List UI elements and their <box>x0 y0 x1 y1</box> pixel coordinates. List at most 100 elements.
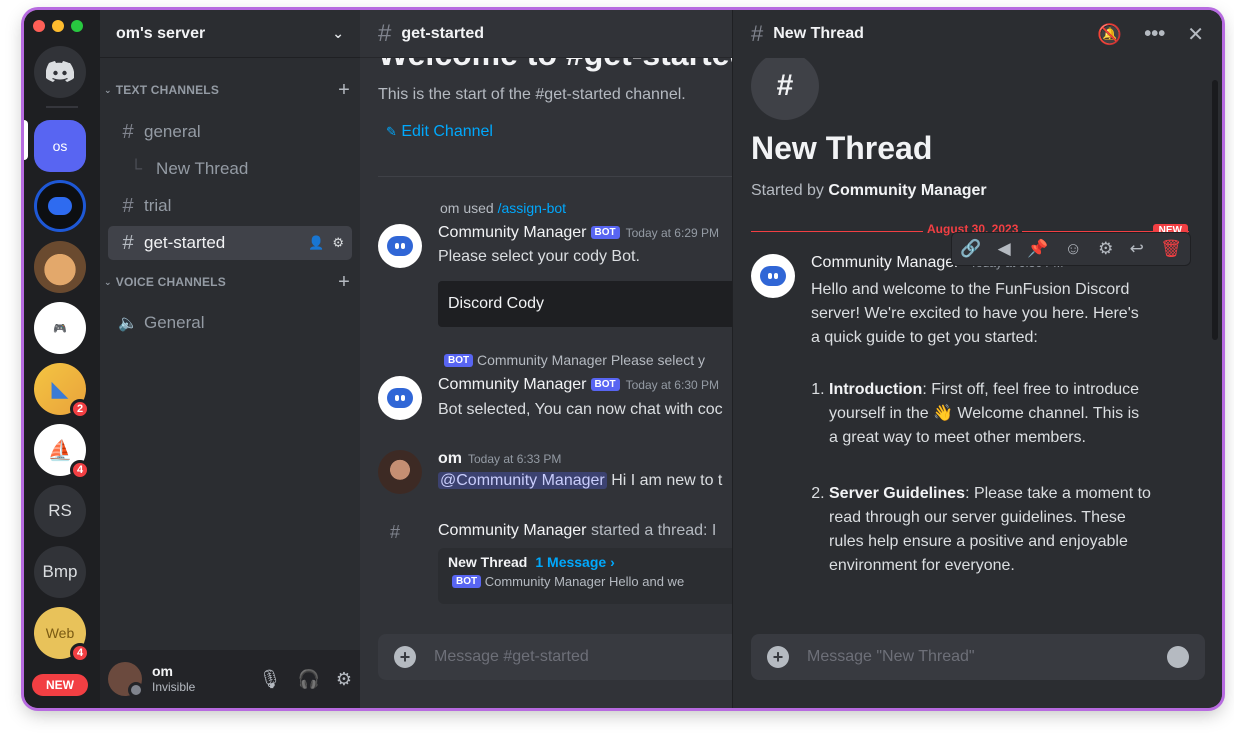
window-controls <box>33 20 83 32</box>
server-sailboat[interactable]: ⛵ 4 <box>34 424 90 480</box>
unread-badge: 4 <box>70 460 90 480</box>
user-mention[interactable]: @Community Manager <box>438 472 607 489</box>
chat-area: # get-started Welcome to #get-started! T… <box>360 10 732 708</box>
thread-notice: Community Manager started a thread: I <box>438 522 716 540</box>
message-author: Community Manager BOT Today at 6:30 PM <box>438 376 719 394</box>
thread-panel: # New Thread 🔕 ••• ✕ # New Thread Starte… <box>732 10 1222 708</box>
author-name[interactable]: Community Manager <box>811 254 960 271</box>
microphone-icon[interactable]: 🎙 <box>259 669 282 690</box>
add-reaction-icon[interactable]: ☺ <box>1064 239 1081 259</box>
bot-avatar[interactable] <box>378 224 422 268</box>
channel-label: get-started <box>144 233 226 252</box>
voice-channel-general[interactable]: 🔈 General <box>108 306 352 340</box>
minimize-window-button[interactable] <box>52 20 64 32</box>
trash-icon[interactable]: 🗑 <box>1160 239 1182 259</box>
thread-preview-card[interactable]: New Thread 1 Message › BOT Community Mana… <box>438 548 732 604</box>
bell-muted-icon[interactable]: 🔕 <box>1097 22 1122 47</box>
ref-author: Community Manager <box>477 352 607 368</box>
author-name[interactable]: om <box>438 450 462 467</box>
user-panel: om Invisible 🎙 🎧 ⚙ <box>100 650 360 708</box>
reply-icon[interactable]: ↩ <box>1130 239 1144 259</box>
reply-reference[interactable]: BOT Community Manager Please select y <box>440 352 705 368</box>
thread-message-input[interactable]: + Message "New Thread" <box>751 634 1205 680</box>
unread-badge: 2 <box>70 399 90 419</box>
discord-logo-icon <box>46 61 74 82</box>
edit-channel-label: Edit Channel <box>401 123 493 140</box>
add-attachment-icon[interactable]: + <box>394 646 416 668</box>
gear-icon[interactable]: ⚙ <box>336 669 352 690</box>
speaker-icon: 🔈 <box>118 315 138 332</box>
avatar[interactable] <box>108 662 144 698</box>
thread-card-title: New Thread <box>448 554 528 570</box>
close-window-button[interactable] <box>33 20 45 32</box>
create-channel-button[interactable]: + <box>338 79 350 102</box>
list-item: Server Guidelines: Please take a moment … <box>829 482 1151 578</box>
add-attachment-icon[interactable]: + <box>767 646 789 668</box>
hash-icon: # <box>378 19 392 47</box>
command-link[interactable]: /assign-bot <box>498 200 566 216</box>
timestamp: Today at 6:30 PM <box>625 378 719 392</box>
emoji-icon[interactable] <box>1167 646 1189 668</box>
message-input[interactable]: + Message #get-started <box>378 634 732 680</box>
user-avatar[interactable] <box>378 450 422 494</box>
server-bmp[interactable]: Bmp <box>34 546 86 598</box>
list-item: Introduction: First off, feel free to in… <box>829 378 1151 450</box>
bot-avatar[interactable] <box>751 254 795 298</box>
channel-start-text: This is the start of the #get-started ch… <box>378 86 686 103</box>
server-header[interactable]: om's server ⌄ <box>100 10 360 58</box>
channel-new-thread[interactable]: └ New Thread <box>108 152 352 186</box>
thread-branch-icon: └ <box>130 159 143 178</box>
new-unreads-pill[interactable]: NEW <box>32 674 88 696</box>
more-icon[interactable]: ••• <box>1144 23 1165 46</box>
message-text: Please select your cody Bot. <box>438 248 640 265</box>
server-name: om's server <box>116 24 206 42</box>
channel-general[interactable]: # general <box>108 115 352 149</box>
channel-label: trial <box>144 196 172 215</box>
select-menu[interactable]: Discord Cody <box>438 281 732 327</box>
channel-tools: 👤 ⚙ <box>308 235 344 251</box>
maximize-window-button[interactable] <box>71 20 83 32</box>
server-shiba[interactable] <box>34 241 86 293</box>
chevron-down-icon: ⌄ <box>332 25 344 41</box>
thread-header-tools: 🔕 ••• ✕ <box>1097 22 1204 47</box>
sailboat-icon: ⛵ <box>47 439 73 462</box>
headphones-icon[interactable]: 🎧 <box>297 669 319 690</box>
close-icon[interactable]: ✕ <box>1187 22 1204 47</box>
message-author: Community Manager BOT Today at 6:29 PM <box>438 224 719 242</box>
gear-icon[interactable]: ⚙ <box>332 235 344 251</box>
server-cody[interactable] <box>34 180 86 232</box>
author-name[interactable]: Community Manager <box>438 376 587 393</box>
chat-header: # get-started <box>360 10 732 58</box>
user-status: Invisible <box>152 680 196 694</box>
create-voice-channel-button[interactable]: + <box>338 271 350 294</box>
started-by-user[interactable]: Community Manager <box>828 182 986 199</box>
hash-icon: # <box>122 194 134 217</box>
server-games[interactable]: 🎮 <box>34 302 86 354</box>
server-rs[interactable]: RS <box>34 485 86 537</box>
author-name[interactable]: Community Manager <box>438 224 587 241</box>
reply-reference[interactable]: om used /assign-bot <box>440 200 566 216</box>
gamepad-icon: 🎮 <box>53 322 67 335</box>
scrollbar[interactable] <box>1212 80 1218 340</box>
app-icon[interactable]: ⚙ <box>1098 239 1113 259</box>
category-text-channels[interactable]: ⌄ TEXT CHANNELS + <box>104 79 350 102</box>
tag-icon[interactable]: ◀ <box>998 239 1011 259</box>
server-flutter[interactable]: ◣ 2 <box>34 363 90 419</box>
edit-channel-link[interactable]: ✎ Edit Channel <box>386 123 493 141</box>
pin-icon[interactable]: 📌 <box>1027 239 1048 259</box>
channel-get-started[interactable]: # get-started 👤 ⚙ <box>108 226 352 260</box>
channel-sidebar: om's server ⌄ ⌄ TEXT CHANNELS + # genera… <box>100 10 360 708</box>
bot-avatar[interactable] <box>378 376 422 420</box>
link-icon[interactable]: 🔗 <box>960 239 981 259</box>
author-name[interactable]: Community Manager <box>438 522 587 539</box>
channel-trial[interactable]: # trial <box>108 189 352 223</box>
add-member-icon[interactable]: 👤 <box>308 235 324 251</box>
home-button[interactable] <box>34 46 86 98</box>
thread-card-preview: BOT Community Manager Hello and we <box>448 574 732 589</box>
user-info: om Invisible <box>152 663 195 695</box>
category-voice-channels[interactable]: ⌄ VOICE CHANNELS + <box>104 271 350 294</box>
thread-message-count[interactable]: 1 Message › <box>535 554 614 570</box>
server-web[interactable]: Web 4 <box>34 607 90 663</box>
item-title: Server Guidelines <box>829 485 966 502</box>
server-os[interactable]: os <box>34 120 86 172</box>
